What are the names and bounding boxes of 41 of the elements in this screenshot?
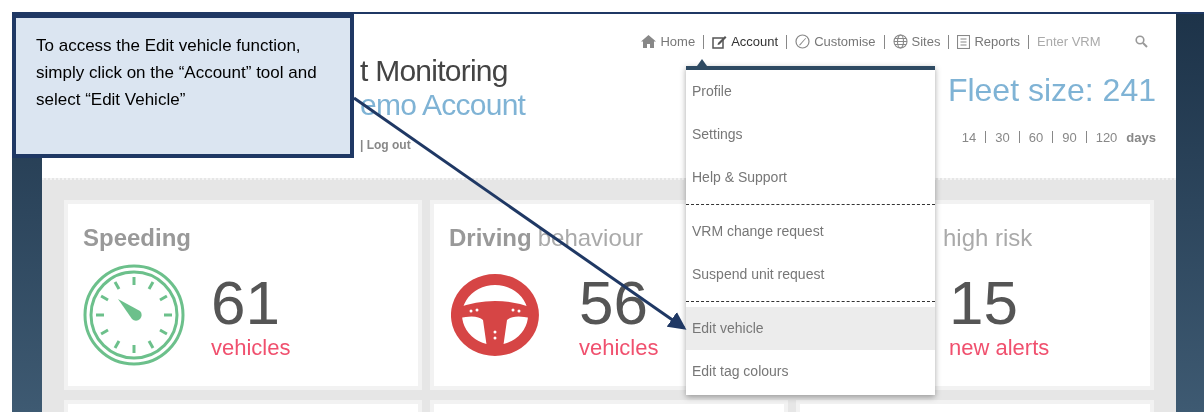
stat-count: 61 bbox=[211, 270, 281, 336]
period-link[interactable]: 60 bbox=[1028, 127, 1044, 147]
period-link[interactable]: 30 bbox=[995, 127, 1010, 147]
menu-item[interactable]: Edit tag colours bbox=[686, 350, 935, 393]
card-title: Driving bbox=[449, 223, 532, 253]
logout-link[interactable]: | Log out bbox=[360, 135, 526, 154]
nav-link[interactable]: Account bbox=[712, 32, 779, 52]
report-icon bbox=[957, 34, 971, 49]
menu-item[interactable]: Settings bbox=[686, 113, 935, 156]
period-unit: days bbox=[1126, 128, 1156, 147]
speedometer-icon bbox=[83, 264, 185, 366]
app-title: t Monitoring bbox=[360, 53, 509, 88]
stat-count: 56 bbox=[579, 270, 649, 336]
menu-item[interactable]: Help & Support bbox=[686, 156, 935, 199]
menu-item[interactable]: VRM change request bbox=[686, 210, 935, 253]
nav-link[interactable]: Reports bbox=[957, 32, 1020, 52]
menu-item[interactable]: Profile bbox=[686, 70, 935, 113]
nav-link[interactable]: Customise bbox=[795, 32, 876, 52]
menu-item[interactable]: Edit vehicle bbox=[686, 307, 935, 350]
menu-item[interactable]: Suspend unit request bbox=[686, 253, 935, 296]
card-title: Speeding bbox=[83, 223, 191, 253]
globe-icon bbox=[892, 34, 908, 50]
stat-count: 15 bbox=[949, 270, 1019, 336]
stat-unit: new alerts bbox=[949, 336, 1050, 360]
nav-link[interactable]: Sites bbox=[892, 32, 941, 52]
nav-link[interactable]: Home bbox=[641, 32, 696, 52]
search-icon[interactable] bbox=[1135, 35, 1148, 49]
card-subtitle: high risk bbox=[943, 223, 1033, 253]
period-link[interactable]: 120 bbox=[1095, 127, 1118, 147]
stat-unit: vehicles bbox=[579, 336, 659, 360]
brush-icon bbox=[795, 34, 811, 50]
home-icon bbox=[641, 35, 657, 49]
stat-unit: vehicles bbox=[211, 336, 291, 360]
steering-wheel-icon bbox=[451, 274, 539, 356]
fleet-size: Fleet size: 241 bbox=[947, 70, 1156, 110]
edit-icon bbox=[712, 34, 728, 49]
callout-text: To access the Edit vehicle function, simply click on the “Account” tool and select “Edit Vehicle” bbox=[36, 35, 318, 111]
account-name: emo Account bbox=[360, 87, 526, 122]
period-link[interactable]: 14 bbox=[961, 127, 977, 147]
vrm-search-field[interactable]: Enter VRM bbox=[1037, 32, 1123, 52]
period-link[interactable]: 90 bbox=[1062, 127, 1077, 147]
